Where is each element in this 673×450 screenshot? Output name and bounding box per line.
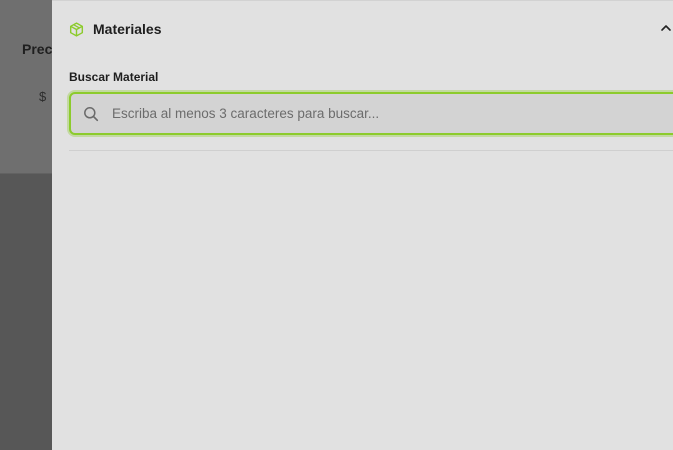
background-currency-symbol: $ bbox=[39, 89, 47, 104]
section-title: Materiales bbox=[93, 21, 162, 37]
chevron-up-icon[interactable] bbox=[659, 21, 673, 35]
cube-icon bbox=[69, 21, 84, 37]
search-field[interactable] bbox=[69, 92, 673, 135]
materials-section-header[interactable]: Materiales bbox=[69, 18, 673, 40]
search-field-label: Buscar Material bbox=[69, 70, 159, 84]
search-input[interactable] bbox=[112, 94, 652, 133]
materials-drawer: Materiales Buscar Material bbox=[52, 0, 673, 450]
section-divider bbox=[69, 150, 673, 151]
search-icon bbox=[84, 106, 99, 121]
